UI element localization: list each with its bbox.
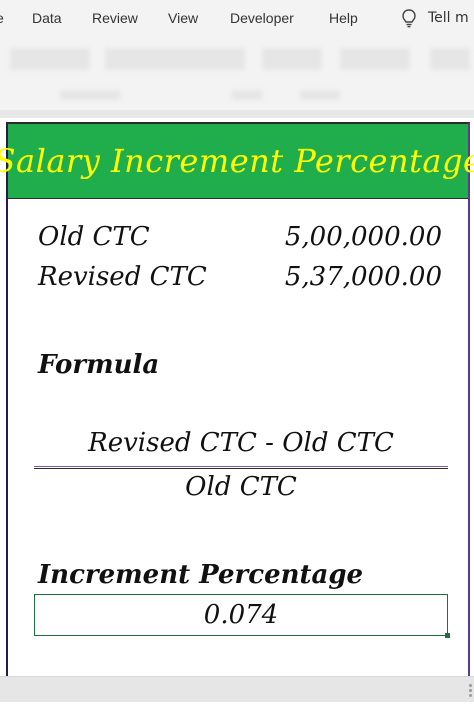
tab-view[interactable]: View [168,10,198,26]
fill-handle[interactable] [445,633,450,638]
status-area [0,702,474,720]
tab-review[interactable]: Review [92,10,138,26]
tab-developer[interactable]: Developer [230,10,294,26]
tab-data[interactable]: Data [32,10,62,26]
result-value: 0.074 [203,600,279,630]
lightbulb-icon [402,9,416,28]
result-cell[interactable]: 0.074 [34,594,450,638]
fraction-line [34,466,448,469]
result-heading: Increment Percentage [38,560,364,590]
formula-numerator: Revised CTC - Old CTC [88,428,394,458]
ribbon-commands-blurred [0,42,474,118]
tab-partial[interactable]: e [0,10,4,26]
resize-grip-icon[interactable] [469,684,472,697]
sheet-title: Salary Increment Percentage [0,142,474,180]
calculation-card: Salary Increment Percentage Old CTC 5,00… [0,122,474,682]
formula-heading: Formula [38,350,160,380]
horizontal-scrollbar[interactable] [0,676,474,703]
worksheet[interactable]: Salary Increment Percentage Old CTC 5,00… [0,118,474,682]
old-ctc-label: Old CTC [38,222,150,252]
old-ctc-value[interactable]: 5,00,000.00 [285,222,442,252]
formula-denominator: Old CTC [185,472,297,502]
ribbon-divider [0,110,474,118]
tell-me-search[interactable]: Tell m [400,8,469,28]
tell-me-label: Tell m [428,10,469,26]
tab-help[interactable]: Help [329,10,358,26]
revised-ctc-value[interactable]: 5,37,000.00 [285,262,442,292]
ribbon: e Data Review View Developer Help Tell m [0,0,474,118]
title-band: Salary Increment Percentage [0,124,474,199]
revised-ctc-label: Revised CTC [38,262,207,292]
